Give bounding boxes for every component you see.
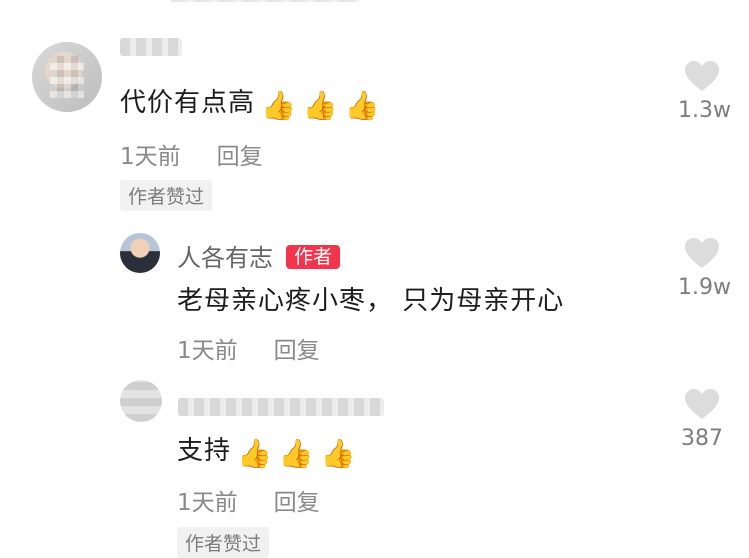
previous-content-fragment bbox=[170, 0, 360, 2]
username[interactable]: 人各有志 bbox=[177, 244, 273, 272]
author-liked-tag: 作者赞过 bbox=[177, 527, 270, 558]
comment-header: 人各有志 作者 bbox=[177, 238, 341, 273]
avatar[interactable] bbox=[32, 42, 102, 112]
like-button[interactable]: 1.3w bbox=[678, 60, 731, 123]
thumbs-up-icon: 👍 bbox=[320, 437, 357, 470]
comment-text: 老母亲心疼小枣， 只为母亲开心 bbox=[177, 286, 565, 316]
thumbs-up-icon: 👍 bbox=[302, 89, 339, 122]
thumbs-up-icon: 👍 bbox=[261, 89, 297, 122]
heart-icon[interactable] bbox=[684, 237, 720, 269]
like-button[interactable]: 1.9w bbox=[678, 237, 731, 300]
username-blurred[interactable] bbox=[178, 398, 384, 416]
avatar[interactable] bbox=[120, 380, 162, 422]
thumbs-up-emojis: 👍 👍 👍 bbox=[261, 92, 387, 122]
like-count: 1.9w bbox=[678, 275, 731, 300]
comment-meta: 1天前 回复 bbox=[177, 331, 320, 365]
reply-button[interactable]: 回复 bbox=[274, 490, 320, 516]
thumbs-up-icon: 👍 bbox=[278, 437, 315, 470]
like-button[interactable]: 387 bbox=[678, 388, 726, 451]
comment-meta: 1天前 回复 bbox=[177, 483, 320, 517]
thumbs-up-emojis: 👍 👍 👍 bbox=[237, 440, 363, 470]
comment-text: 支持 👍 👍 👍 bbox=[177, 430, 363, 470]
timestamp: 1天前 bbox=[177, 490, 238, 516]
reply-button[interactable]: 回复 bbox=[274, 338, 320, 364]
heart-icon[interactable] bbox=[684, 388, 720, 420]
reply-button[interactable]: 回复 bbox=[217, 144, 263, 170]
thumbs-up-icon: 👍 bbox=[237, 437, 273, 470]
comment-meta: 1天前 回复 bbox=[120, 137, 263, 171]
like-count: 1.3w bbox=[678, 98, 731, 123]
author-badge: 作者 bbox=[286, 245, 341, 269]
avatar[interactable] bbox=[120, 233, 160, 273]
like-count: 387 bbox=[681, 426, 723, 451]
comment-text: 代价有点高 👍 👍 👍 bbox=[120, 82, 387, 122]
username-blurred[interactable] bbox=[120, 38, 182, 56]
timestamp: 1天前 bbox=[120, 144, 181, 170]
heart-icon[interactable] bbox=[684, 60, 720, 92]
thumbs-up-icon: 👍 bbox=[344, 89, 381, 122]
timestamp: 1天前 bbox=[177, 338, 238, 364]
author-liked-tag: 作者赞过 bbox=[120, 180, 213, 211]
